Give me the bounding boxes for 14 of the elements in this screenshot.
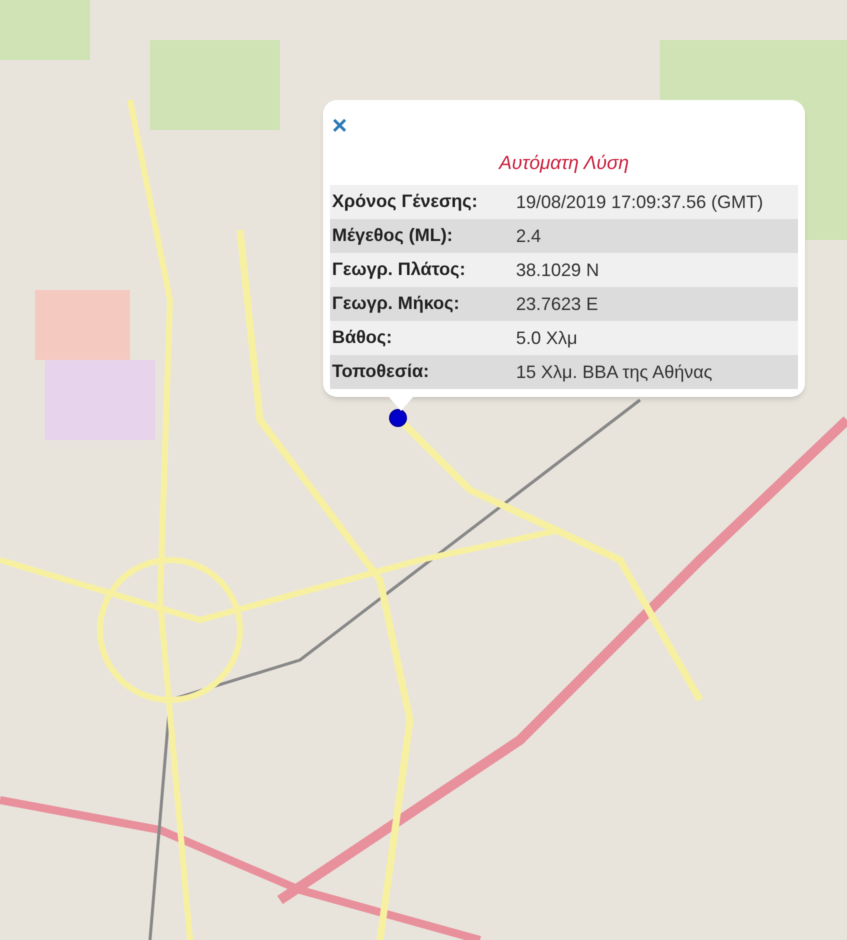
close-button[interactable]: ×: [330, 112, 350, 138]
field-label: Χρόνος Γένεσης:: [331, 190, 479, 213]
field-label: Βάθος:: [331, 326, 394, 349]
field-label: Γεωγρ. Πλάτος:: [331, 258, 466, 281]
field-value: 5.0 Χλμ: [516, 326, 578, 350]
field-value: 15 Χλμ. ΒΒΑ της Αθήνας: [516, 360, 714, 384]
field-label: Γεωγρ. Μήκος:: [331, 292, 460, 315]
field-label: Μέγεθος (ML):: [331, 224, 454, 247]
field-label: Τοποθεσία:: [331, 360, 430, 383]
field-value: 23.7623 E: [516, 292, 600, 316]
field-value: 19/08/2019 17:09:37.56 (GMT): [516, 190, 764, 214]
popup-title: Αυτόματη Λύση: [499, 152, 629, 176]
field-value: 38.1029 N: [516, 258, 600, 282]
field-value: 2.4: [516, 224, 542, 248]
